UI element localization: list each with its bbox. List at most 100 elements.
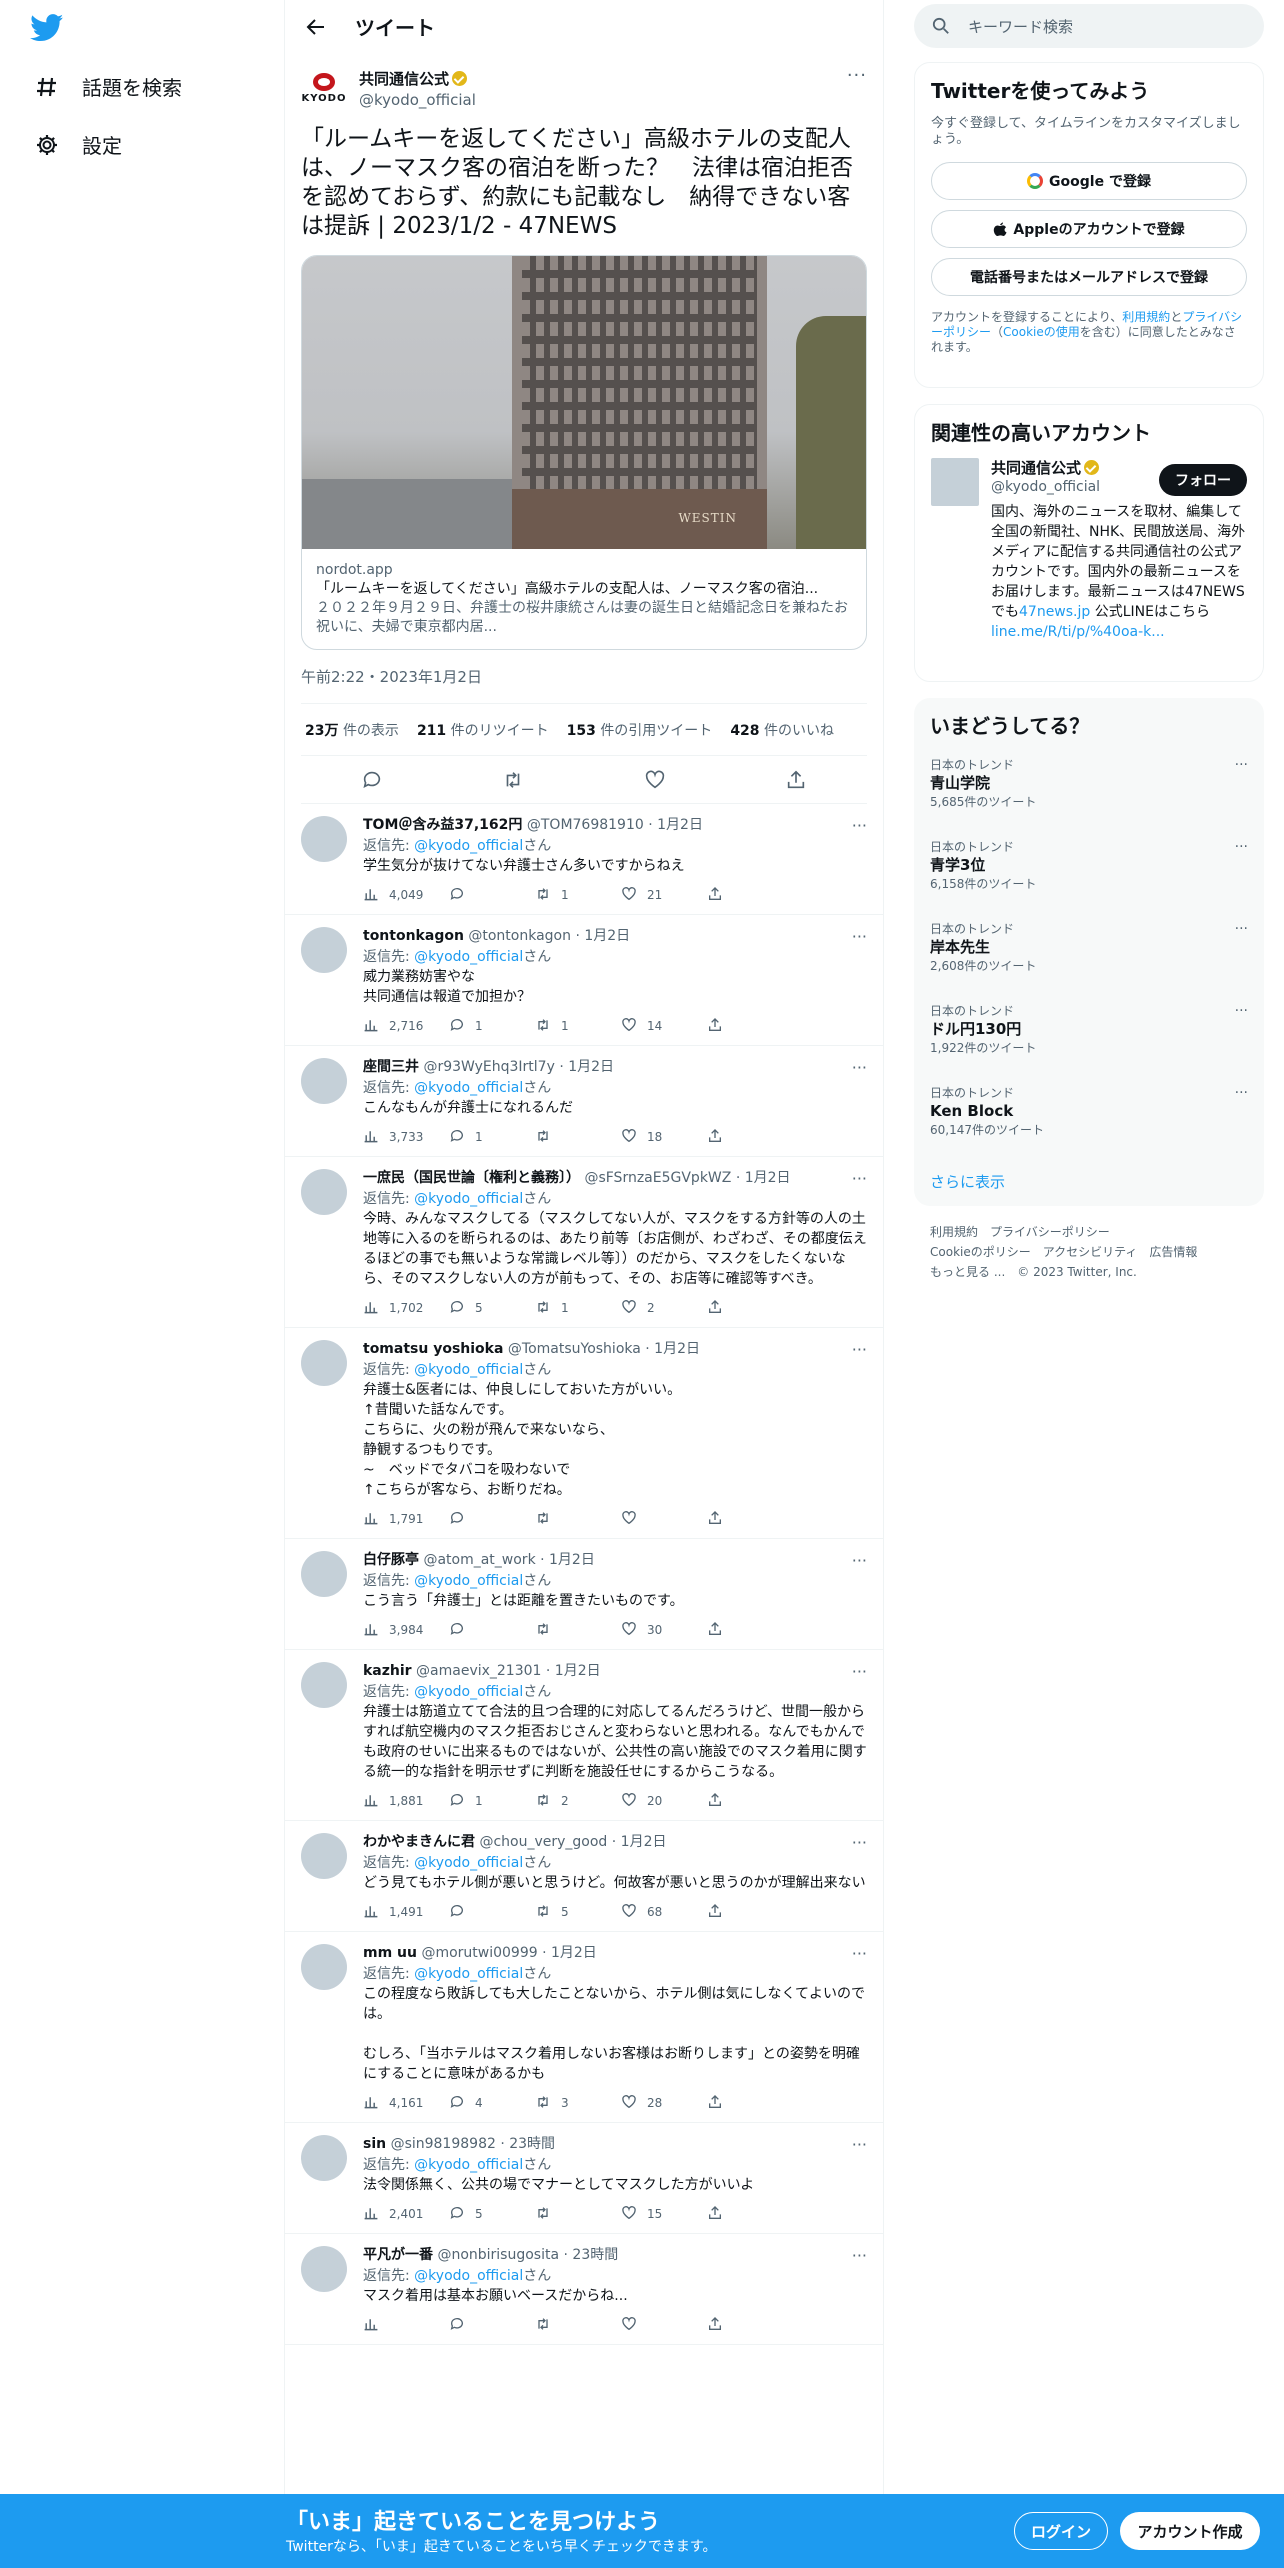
more-options-icon[interactable]: ···: [1235, 921, 1248, 937]
views-button[interactable]: 1,491: [363, 1903, 449, 1922]
avatar[interactable]: [301, 1662, 347, 1708]
more-options-icon[interactable]: ···: [1235, 1003, 1248, 1019]
reply-time[interactable]: · 1月2日: [575, 928, 630, 944]
avatar[interactable]: [931, 458, 979, 506]
reply-button[interactable]: [449, 1510, 535, 1529]
share-button[interactable]: [707, 1017, 793, 1036]
reply-to-link[interactable]: @kyodo_official: [414, 2157, 523, 2173]
more-options-icon[interactable]: ···: [852, 1169, 867, 1188]
signup-button[interactable]: アカウント作成: [1120, 2512, 1260, 2550]
reply-author-handle[interactable]: @chou_very_good: [479, 1834, 607, 1850]
more-options-icon[interactable]: ···: [852, 816, 867, 835]
reply-to-link[interactable]: @kyodo_official: [414, 1080, 523, 1096]
avatar[interactable]: [301, 1944, 347, 1990]
reply-author-handle[interactable]: @tontonkagon: [468, 928, 571, 944]
retweet-button[interactable]: [535, 2316, 621, 2335]
reply-tweet[interactable]: 白仔豚亭 @atom_at_work · 1月2日 ··· 返信先: @kyodo_…: [285, 1539, 883, 1650]
footer-terms[interactable]: 利用規約: [930, 1225, 978, 1239]
retweet-button[interactable]: [535, 2205, 621, 2224]
trend-item[interactable]: 日本のトレンド 青山学院 5,685件のツイート ···: [914, 751, 1264, 833]
more-options-icon[interactable]: ···: [852, 2135, 867, 2154]
retweet-button[interactable]: 3: [535, 2094, 621, 2113]
follow-button[interactable]: フォロー: [1159, 464, 1247, 496]
like-button[interactable]: 14: [621, 1017, 707, 1036]
more-options-icon[interactable]: ···: [852, 927, 867, 946]
reply-to-link[interactable]: @kyodo_official: [414, 949, 523, 965]
views-button[interactable]: 2,716: [363, 1017, 449, 1036]
more-options-icon[interactable]: ···: [852, 1551, 867, 1570]
reply-author-handle[interactable]: @r93WyEhq3Irtl7y: [423, 1059, 554, 1075]
reply-tweet[interactable]: sin @sin98198982 · 23時間 ··· 返信先: @kyodo_of…: [285, 2123, 883, 2234]
reply-time[interactable]: · 1月2日: [645, 1341, 700, 1357]
reply-time[interactable]: · 1月2日: [540, 1552, 595, 1568]
reply-to-link[interactable]: @kyodo_official: [414, 1966, 523, 1982]
avatar[interactable]: [301, 2246, 347, 2292]
reply-button[interactable]: 5: [449, 1299, 535, 1318]
trend-item[interactable]: 日本のトレンド 青学3位 6,158件のツイート ···: [914, 833, 1264, 915]
more-options-icon[interactable]: ···: [852, 1662, 867, 1681]
reply-tweet[interactable]: tomatsu yoshioka @TomatsuYoshioka · 1月2日…: [285, 1328, 883, 1539]
reply-button[interactable]: 4: [449, 2094, 535, 2113]
retweet-button[interactable]: 1: [535, 1017, 621, 1036]
twitter-bird-icon[interactable]: [30, 14, 64, 42]
more-options-icon[interactable]: ···: [847, 65, 867, 86]
retweet-button[interactable]: 1: [535, 886, 621, 905]
cookie-link[interactable]: Cookieの使用: [1003, 325, 1080, 339]
like-button[interactable]: [621, 1510, 707, 1529]
share-button[interactable]: [707, 2205, 793, 2224]
avatar[interactable]: [301, 1169, 347, 1215]
like-button[interactable]: 28: [621, 2094, 707, 2113]
reply-button[interactable]: [449, 1903, 535, 1922]
reply-author-name[interactable]: sin: [363, 2136, 386, 2152]
reply-author-handle[interactable]: @atom_at_work: [423, 1552, 535, 1568]
share-button[interactable]: [707, 1128, 793, 1147]
more-options-icon[interactable]: ···: [1235, 1085, 1248, 1101]
footer-cookie[interactable]: Cookieのポリシー: [930, 1245, 1031, 1259]
reply-tweet[interactable]: tontonkagon @tontonkagon · 1月2日 ··· 返信先: @…: [285, 915, 883, 1046]
like-button[interactable]: 18: [621, 1128, 707, 1147]
reply-time[interactable]: · 23時間: [564, 2247, 619, 2263]
like-button[interactable]: 68: [621, 1903, 707, 1922]
more-options-icon[interactable]: ···: [852, 2246, 867, 2265]
more-options-icon[interactable]: ···: [1235, 839, 1248, 855]
like-button[interactable]: [621, 2316, 707, 2335]
avatar[interactable]: [301, 816, 347, 862]
avatar[interactable]: [301, 1340, 347, 1386]
reply-button[interactable]: 5: [449, 2205, 535, 2224]
retweet-button[interactable]: [535, 1510, 621, 1529]
reply-author-name[interactable]: tontonkagon: [363, 928, 464, 944]
like-button[interactable]: 20: [621, 1792, 707, 1811]
retweet-button[interactable]: 1: [535, 1299, 621, 1318]
reply-tweet[interactable]: 一庶民（国民世論〔権利と義務〕） @sFSrnzaE5GVpkWZ · 1月2日…: [285, 1157, 883, 1328]
share-button[interactable]: [707, 886, 793, 905]
bio-link-47news[interactable]: 47news.jp: [1019, 604, 1090, 620]
reply-button[interactable]: 1: [449, 1017, 535, 1036]
reply-to-link[interactable]: @kyodo_official: [414, 1855, 523, 1871]
back-arrow-icon[interactable]: [301, 12, 331, 42]
trend-item[interactable]: 日本のトレンド Ken Block 60,147件のツイート ···: [914, 1079, 1264, 1161]
reply-author-handle[interactable]: @TOM76981910: [527, 817, 644, 833]
kyodo-logo[interactable]: KYODO: [301, 65, 347, 111]
reply-time[interactable]: · 1月2日: [612, 1834, 667, 1850]
retweets-stat[interactable]: 211 件のリツイート: [417, 720, 549, 740]
reply-to-link[interactable]: @kyodo_official: [414, 838, 523, 854]
avatar[interactable]: [301, 2135, 347, 2181]
views-button[interactable]: 4,049: [363, 886, 449, 905]
reply-author-name[interactable]: わかやまきんに君: [363, 1834, 475, 1850]
reply-tweet[interactable]: kazhir @amaevix_21301 · 1月2日 ··· 返信先: @kyo…: [285, 1650, 883, 1821]
like-button[interactable]: 30: [621, 1621, 707, 1640]
like-button[interactable]: 21: [621, 886, 707, 905]
views-button[interactable]: 1,791: [363, 1510, 449, 1529]
reply-tweet[interactable]: TOM＠含み益37,162円 @TOM76981910 · 1月2日 ··· 返信先…: [285, 804, 883, 915]
reply-button[interactable]: 1: [449, 1792, 535, 1811]
views-button[interactable]: 1,702: [363, 1299, 449, 1318]
more-options-icon[interactable]: ···: [852, 1833, 867, 1852]
author-handle[interactable]: @kyodo_official: [359, 91, 476, 109]
reply-button[interactable]: [449, 1621, 535, 1640]
share-button[interactable]: [707, 1299, 793, 1318]
show-more-link[interactable]: さらに表示: [914, 1161, 1264, 1210]
footer-accessibility[interactable]: アクセシビリティ: [1043, 1245, 1138, 1259]
more-options-icon[interactable]: ···: [852, 1944, 867, 1963]
share-button[interactable]: [707, 1621, 793, 1640]
reply-author-name[interactable]: mm uu: [363, 1945, 417, 1961]
